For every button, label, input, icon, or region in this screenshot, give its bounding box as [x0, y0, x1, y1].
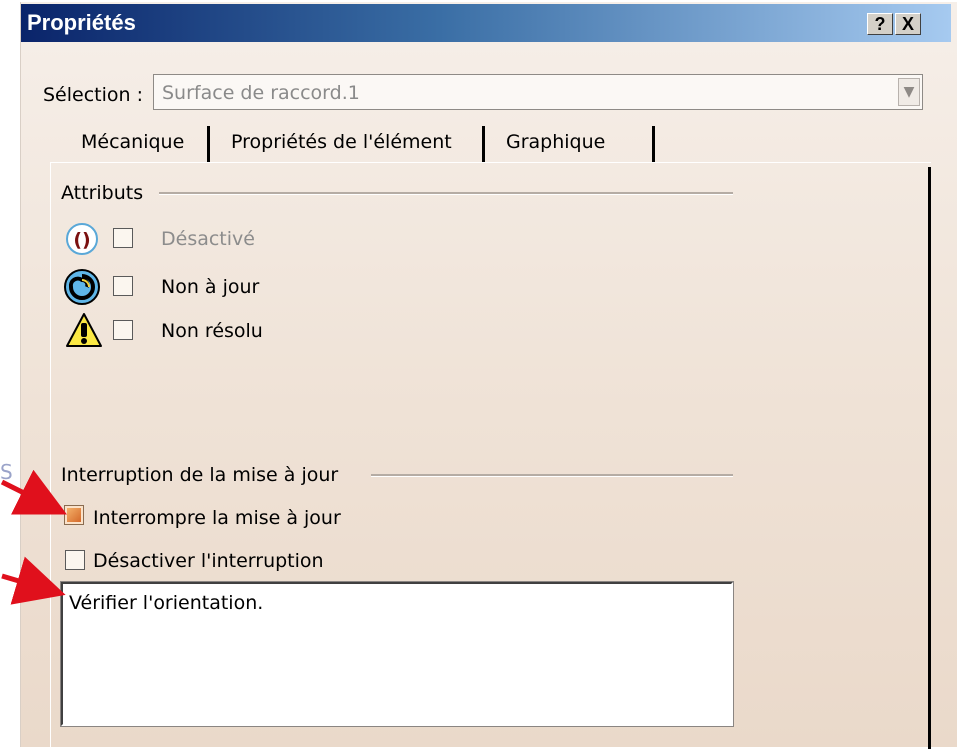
- panel-border: [928, 167, 931, 749]
- close-button[interactable]: X: [895, 13, 921, 35]
- interruption-group-title: Interruption de la mise à jour: [61, 464, 339, 486]
- non-resolu-checkbox[interactable]: [113, 320, 133, 340]
- non-a-jour-checkbox[interactable]: [113, 276, 133, 296]
- desactive-checkbox[interactable]: [113, 228, 133, 248]
- annotation-arrow: [1, 556, 66, 605]
- desactive-label: Désactivé: [161, 228, 255, 250]
- annotation-arrows: [0, 469, 67, 605]
- tab-graphique[interactable]: Graphique: [482, 122, 652, 162]
- tab-proprietes-element[interactable]: Propriétés de l'élément: [207, 122, 480, 162]
- selection-value: Surface de raccord.1: [162, 82, 360, 104]
- title-bar: Propriétés ? X: [21, 4, 951, 42]
- annotation-arrow: [0, 469, 67, 515]
- interruption-message-text: Vérifier l'orientation.: [69, 592, 264, 614]
- warning-icon: [66, 313, 102, 347]
- attributs-group-title: Attributs: [61, 182, 144, 204]
- group-divider: [159, 192, 733, 195]
- selection-dropdown[interactable]: Surface de raccord.1 ▼: [153, 74, 923, 110]
- window-title: Propriétés: [27, 10, 136, 35]
- tab-mecanique[interactable]: Mécanique: [65, 122, 205, 162]
- chevron-down-icon[interactable]: ▼: [898, 78, 920, 106]
- interrompre-label: Interrompre la mise à jour: [93, 507, 341, 529]
- properties-dialog: Propriétés ? X Sélection : Surface de ra…: [20, 2, 957, 753]
- svg-text:(): (): [73, 229, 90, 251]
- tab-divider: [652, 126, 655, 162]
- help-button[interactable]: ?: [867, 13, 893, 35]
- update-spiral-icon: [64, 269, 100, 305]
- selection-label: Sélection :: [43, 84, 144, 106]
- interruption-message-textarea[interactable]: Vérifier l'orientation.: [60, 581, 734, 727]
- non-a-jour-label: Non à jour: [161, 276, 260, 298]
- group-divider: [371, 474, 733, 477]
- non-resolu-label: Non résolu: [161, 320, 263, 342]
- deactivated-parentheses-icon: (): [66, 223, 98, 255]
- desactiver-interruption-label: Désactiver l'interruption: [93, 550, 324, 572]
